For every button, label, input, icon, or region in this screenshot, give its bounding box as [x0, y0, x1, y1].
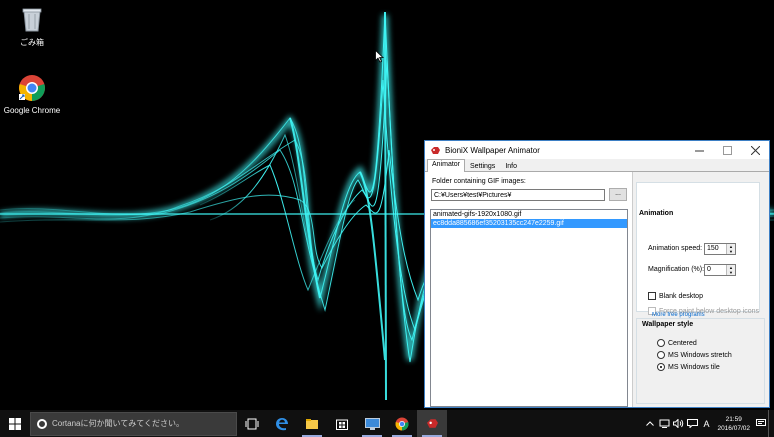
- spin-arrows-icon[interactable]: ▲ ▼: [726, 244, 735, 254]
- minimize-icon: [694, 150, 704, 151]
- chrome-icon: [18, 74, 46, 102]
- edge-button[interactable]: [267, 410, 297, 437]
- store-icon: [336, 419, 348, 430]
- tab-settings[interactable]: Settings: [465, 161, 500, 171]
- close-button[interactable]: [741, 141, 769, 159]
- radio-dot[interactable]: [657, 351, 665, 359]
- file-explorer-icon: [306, 418, 318, 429]
- store-button[interactable]: [327, 410, 357, 437]
- magnification-label: Magnification (%):: [648, 266, 705, 273]
- clock-time: 21:59: [725, 415, 742, 423]
- file-explorer-button[interactable]: [297, 410, 327, 437]
- window-title: BioniX Wallpaper Animator: [445, 145, 540, 155]
- magnification-stepper[interactable]: 0 ▲ ▼: [704, 264, 736, 276]
- windows-logo-icon: [9, 417, 21, 430]
- task-view-icon: [245, 418, 259, 429]
- style-option-label: Centered: [668, 339, 697, 347]
- remote-desktop-button[interactable]: [357, 410, 387, 437]
- cortana-icon: [37, 418, 47, 429]
- volume-tray-button[interactable]: [671, 410, 685, 437]
- show-hidden-icons-button[interactable]: [643, 410, 657, 437]
- network-icon: [659, 419, 670, 428]
- magnification-value: 0: [707, 266, 711, 273]
- window-titlebar[interactable]: BioniX Wallpaper Animator: [425, 141, 769, 159]
- wallpaper-style-group: Wallpaper style Centered MS Windows stre…: [636, 318, 765, 404]
- system-tray: A 21:59 2016/07/02: [643, 410, 774, 437]
- style-centered-radio[interactable]: Centered: [657, 339, 697, 347]
- clock-date: 2016/07/02: [717, 424, 750, 432]
- folder-path-input[interactable]: [431, 189, 605, 201]
- bionix-icon: [426, 419, 438, 428]
- animator-left-pane: Folder containing GIF images: ... animat…: [425, 172, 633, 407]
- radio-dot[interactable]: [657, 339, 665, 347]
- close-icon: [750, 145, 760, 155]
- animation-speed-label: Animation speed:: [648, 245, 703, 252]
- style-option-label: MS Windows tile: [668, 363, 720, 371]
- network-tray-button[interactable]: [657, 410, 671, 437]
- tab-animator[interactable]: Animator: [427, 159, 466, 172]
- bionix-window: BioniX Wallpaper Animator Animator Setti…: [424, 140, 770, 408]
- search-placeholder: Cortanaに何か聞いてみてください。: [52, 419, 184, 428]
- bionix-taskbar-button[interactable]: [417, 410, 447, 437]
- list-item-selected[interactable]: ec8dda885686ef35203135cc247e2259.gif: [431, 219, 627, 228]
- action-center-button[interactable]: [685, 410, 699, 437]
- wallpaper-style-heading: Wallpaper style: [642, 321, 694, 328]
- blank-desktop-label: Blank desktop: [659, 292, 703, 300]
- notifications-button[interactable]: [754, 410, 768, 437]
- recycle-bin-icon: [18, 5, 46, 33]
- speaker-icon: [672, 419, 684, 428]
- chevron-up-icon: [646, 421, 655, 426]
- animation-heading: Animation: [639, 210, 674, 217]
- cortana-search-box[interactable]: Cortanaに何か聞いてみてください。: [30, 411, 237, 436]
- maximize-button[interactable]: [713, 141, 741, 159]
- task-view-button[interactable]: [237, 410, 267, 437]
- style-option-label: MS Windows stretch: [668, 351, 732, 359]
- desktop-icon-label: ごみ箱: [20, 38, 44, 47]
- tab-info[interactable]: Info: [500, 161, 522, 171]
- mouse-cursor-icon: [375, 50, 384, 63]
- tab-strip: Animator Settings Info: [425, 159, 769, 172]
- list-item[interactable]: animated-gifs-1920x1080.gif: [431, 210, 627, 219]
- desktop-icon-label: Google Chrome: [3, 106, 61, 115]
- animation-speed-value: 150: [707, 245, 719, 252]
- start-button[interactable]: [0, 410, 30, 437]
- animator-right-pane: Animation Animation speed: 150 ▲ ▼ Magnif…: [634, 172, 769, 407]
- style-tile-radio[interactable]: MS Windows tile: [657, 363, 720, 371]
- chrome-taskbar-button[interactable]: [387, 410, 417, 437]
- show-desktop-button[interactable]: [768, 410, 774, 437]
- animation-speed-stepper[interactable]: 150 ▲ ▼: [704, 243, 736, 255]
- notification-icon: [686, 419, 698, 428]
- maximize-icon: [722, 145, 732, 155]
- chrome-icon: [395, 417, 409, 430]
- blank-desktop-checkbox[interactable]: Blank desktop: [648, 292, 703, 300]
- chrome-desktop-icon[interactable]: Google Chrome: [0, 74, 64, 115]
- edge-icon: [276, 417, 288, 430]
- ime-indicator-button[interactable]: A: [699, 410, 713, 437]
- bionix-app-icon: [431, 146, 440, 154]
- spin-arrows-icon[interactable]: ▲ ▼: [726, 265, 735, 275]
- style-stretch-radio[interactable]: MS Windows stretch: [657, 351, 732, 359]
- remote-desktop-icon: [364, 417, 380, 430]
- taskbar-clock[interactable]: 21:59 2016/07/02: [713, 415, 754, 433]
- recycle-bin-desktop-icon[interactable]: ごみ箱: [0, 5, 64, 48]
- gif-file-list[interactable]: animated-gifs-1920x1080.gif ec8dda885686…: [430, 209, 628, 407]
- radio-dot-selected[interactable]: [657, 363, 665, 371]
- minimize-button[interactable]: [685, 141, 713, 159]
- browse-folder-button[interactable]: ...: [609, 188, 627, 201]
- checkbox-box[interactable]: [648, 292, 656, 300]
- taskbar: Cortanaに何か聞いてみてください。 A 21:59 2016/07/02: [0, 410, 774, 437]
- folder-label: Folder containing GIF images:: [432, 178, 526, 185]
- chat-bubble-icon: [756, 419, 766, 426]
